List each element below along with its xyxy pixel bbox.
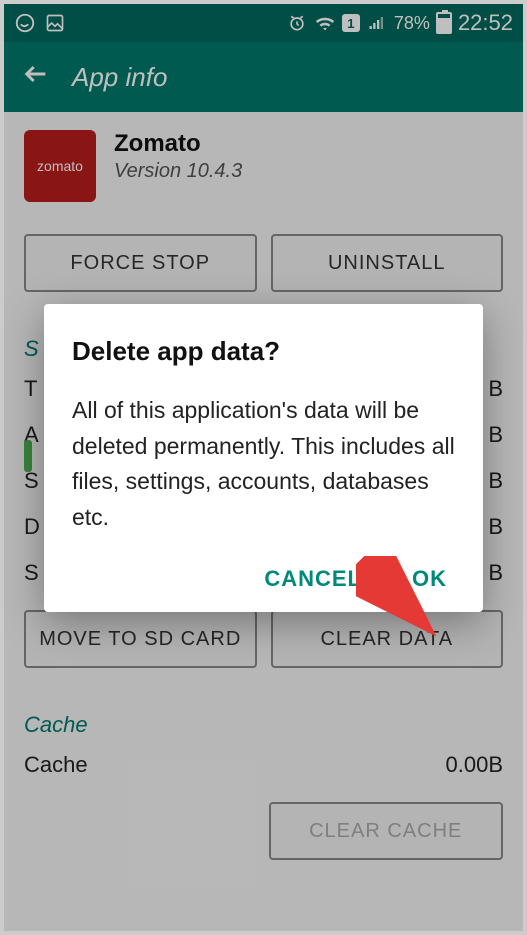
ok-button[interactable]: OK xyxy=(412,566,447,592)
dialog-actions: CANCEL OK xyxy=(72,566,455,592)
dialog-title: Delete app data? xyxy=(72,336,455,367)
screen: 1 78% 22:52 App info zomato Zomato Versi… xyxy=(4,4,523,931)
dialog-message: All of this application's data will be d… xyxy=(72,393,455,536)
delete-data-dialog: Delete app data? All of this application… xyxy=(44,304,483,612)
cancel-button[interactable]: CANCEL xyxy=(264,566,362,592)
